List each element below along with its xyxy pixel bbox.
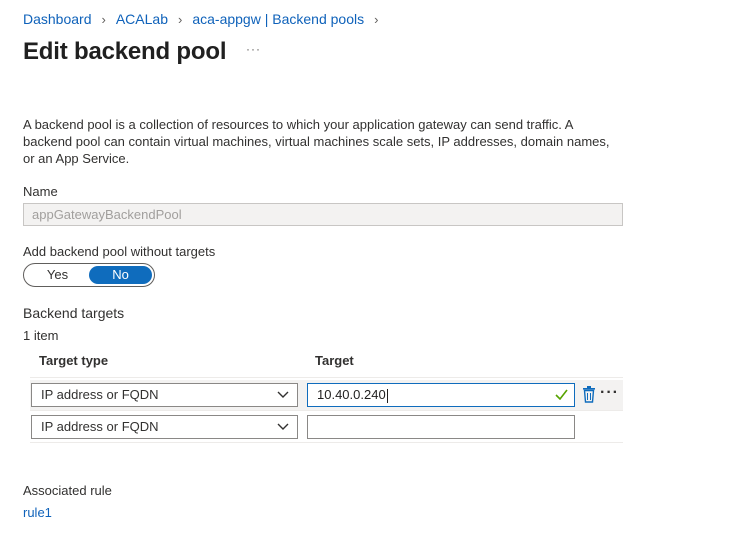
without-targets-label: Add backend pool without targets bbox=[23, 244, 216, 259]
chevron-right-icon: › bbox=[178, 11, 183, 27]
more-icon[interactable]: ··· bbox=[246, 42, 261, 56]
more-icon[interactable]: ··· bbox=[600, 385, 619, 401]
column-header-target: Target bbox=[315, 353, 354, 368]
row-divider bbox=[30, 410, 623, 411]
name-label: Name bbox=[23, 184, 58, 199]
chevron-right-icon: › bbox=[101, 11, 106, 27]
page-title: Edit backend pool bbox=[23, 38, 227, 65]
item-count: 1 item bbox=[23, 328, 59, 343]
breadcrumb-dashboard[interactable]: Dashboard bbox=[23, 11, 92, 27]
breadcrumb: Dashboard › ACALab › aca-appgw | Backend… bbox=[23, 11, 388, 27]
trash-icon[interactable] bbox=[582, 386, 596, 403]
row-divider bbox=[30, 377, 623, 378]
target-type-value: IP address or FQDN bbox=[41, 419, 159, 434]
page-description: A backend pool is a collection of resour… bbox=[23, 117, 610, 166]
row-divider bbox=[30, 442, 623, 443]
chevron-right-icon: › bbox=[374, 11, 379, 27]
breadcrumb-acalab[interactable]: ACALab bbox=[116, 11, 168, 27]
target-input[interactable] bbox=[307, 415, 575, 439]
chevron-down-icon bbox=[277, 423, 289, 430]
backend-targets-heading: Backend targets bbox=[23, 305, 125, 321]
breadcrumb-backend-pools[interactable]: aca-appgw | Backend pools bbox=[192, 11, 364, 27]
target-input[interactable]: 10.40.0.240 bbox=[307, 383, 575, 407]
name-field: appGatewayBackendPool bbox=[23, 203, 623, 226]
target-type-select[interactable]: IP address or FQDN bbox=[31, 383, 298, 407]
edit-backend-pool-page: Dashboard › ACALab › aca-appgw | Backend… bbox=[0, 0, 747, 538]
toggle-yes[interactable]: Yes bbox=[26, 266, 89, 284]
column-header-target-type: Target type bbox=[39, 353, 109, 368]
associated-rule-label: Associated rule bbox=[23, 483, 112, 498]
toggle-no[interactable]: No bbox=[89, 266, 152, 284]
target-value: 10.40.0.240 bbox=[317, 387, 386, 402]
chevron-down-icon bbox=[277, 391, 289, 398]
text-caret bbox=[386, 388, 388, 403]
associated-rule-link[interactable]: rule1 bbox=[23, 505, 52, 520]
target-type-select[interactable]: IP address or FQDN bbox=[31, 415, 298, 439]
target-type-value: IP address or FQDN bbox=[41, 387, 159, 402]
without-targets-toggle: Yes No bbox=[23, 263, 155, 287]
checkmark-icon bbox=[555, 389, 568, 400]
